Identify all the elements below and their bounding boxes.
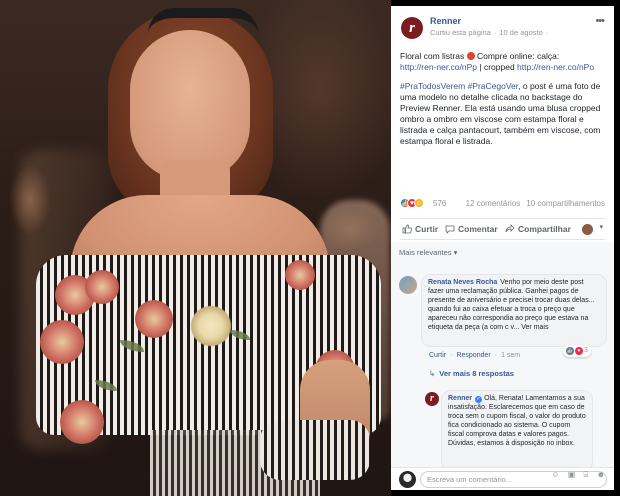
comments-count-link[interactable]: 12 comentários [466,199,521,208]
liked-page-label[interactable]: Curtiu esta página [430,28,491,37]
love-reaction-icon: ♥ [575,347,583,355]
post-paragraph-1: Floral com listras Compre online: calça:… [400,51,595,72]
top-flower-print [285,260,315,290]
comment-like-link[interactable]: Curtir [429,352,446,359]
comment-button[interactable]: Comentar [445,224,498,234]
post-panel: r Renner Curtiu esta página · 10 de agosto… [391,6,614,490]
post-header: r Renner Curtiu esta página · 10 de agosto… [391,6,614,46]
write-comment-row: Escreva um comentário... ☺ ▣ ⌸ ☻ [391,467,614,490]
chevron-down-icon[interactable]: ▾ [599,223,603,231]
commenter-avatar[interactable] [399,276,417,294]
reply-bubble: Renner ✓ Olá, Renata! Lamentamos a sua ins… [441,390,593,472]
comment-input-icons[interactable]: ☺ ▣ ⌸ ☻ [551,470,608,480]
thumbs-up-icon [402,224,412,234]
top-flower-print [190,305,232,347]
share-button[interactable]: Compartilhar [505,224,571,234]
model-headband [148,8,258,34]
comment-text: Venho por meio deste post fazer uma recl… [428,279,595,331]
model-sleeve-cuff [260,420,370,480]
share-icon [505,224,515,233]
like-reaction-icon: 👍 [566,347,574,355]
haha-reaction-icon: ☺ [414,198,424,208]
verified-badge-icon: ✓ [475,396,483,403]
comments-section: Mais relevantes ▾ Renata Neves Rocha Venh… [391,242,614,490]
comment-reactions[interactable]: 👍 ♥ 3 [563,345,591,357]
heart-emoji-icon [466,52,475,60]
post-meta: Curtiu esta página · 10 de agosto · [430,28,551,37]
cropped-link[interactable]: http://ren-ner.co/nPo [517,62,594,72]
reacting-as-avatar[interactable] [582,224,593,235]
comment-author-link[interactable]: Renata Neves Rocha [428,279,497,286]
reply-arrow-icon: ↳ [429,369,436,378]
reaction-count[interactable]: 576 [433,199,446,208]
shares-count-link[interactable]: 10 compartilhamentos [526,199,605,208]
top-flower-print [135,300,173,338]
post-date[interactable]: 10 de agosto [499,28,542,37]
meta-separator: · [493,28,497,37]
post-actions: Curtir Comentar Compartilhar ▾ [400,218,605,240]
view-more-replies-link[interactable]: ↳ Ver mais 8 respostas [429,369,514,378]
reply-author-avatar[interactable]: r [425,392,439,406]
like-button[interactable]: Curtir [402,224,438,234]
chevron-down-icon: ▾ [453,248,458,257]
reply-author-link[interactable]: Renner [448,395,472,402]
reactions-bar: 👍♥☺ 576 12 comentários 10 compartilhament… [400,196,605,212]
pants-link[interactable]: http://ren-ner.co/nPp [400,62,477,72]
post-photo[interactable] [0,0,391,496]
post-text: Floral com listras Compre online: calça:… [391,46,614,147]
comment-icon [445,225,455,234]
globe-icon: · [545,28,549,37]
top-flower-print [85,270,119,304]
model-face [130,30,250,180]
hashtags[interactable]: #PraTodosVerem #PraCegoVer [400,81,518,91]
post-paragraph-2: #PraTodosVerem #PraCegoVer, o post é uma… [400,81,601,146]
reply-text: Olá, Renata! Lamentamos a sua insatisfaç… [448,395,586,447]
comment-filter-dropdown[interactable]: Mais relevantes ▾ [399,248,457,257]
comment-bubble: Renata Neves Rocha Venho por meio deste p… [421,274,607,347]
reaction-icons[interactable]: 👍♥☺ [400,198,424,208]
more-options-icon[interactable]: ••• [595,15,605,27]
page-avatar[interactable]: r [401,17,423,39]
comment-age[interactable]: 1 sem [501,352,520,359]
engagement-counts: 12 comentários 10 compartilhamentos [460,199,605,208]
page-name-link[interactable]: Renner [430,16,461,26]
top-flower-print [40,320,84,364]
current-user-avatar [399,471,416,488]
comment-actions: Curtir · Responder · 1 sem [429,352,521,359]
top-flower-print [60,400,104,444]
comment-reply-link[interactable]: Responder [456,352,490,359]
